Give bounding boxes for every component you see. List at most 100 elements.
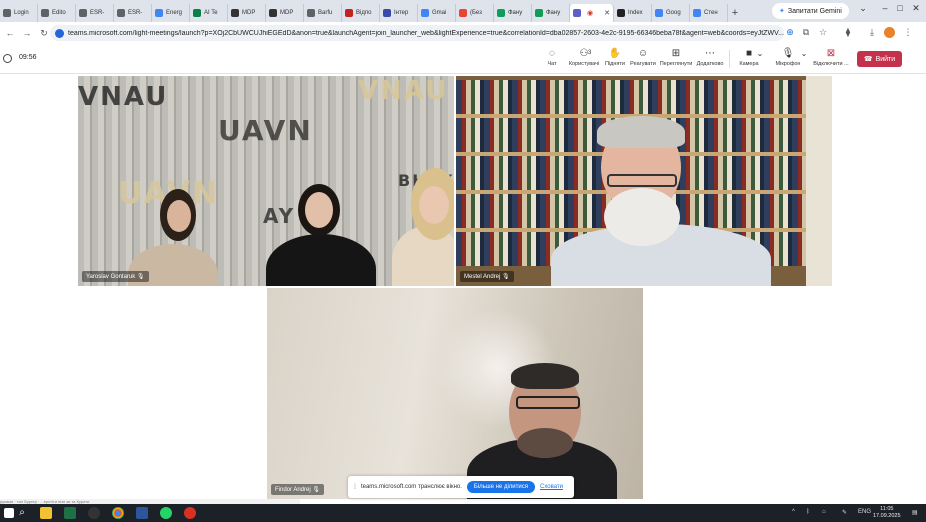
- reload-icon[interactable]: ↻: [37, 28, 51, 39]
- stop-sharing-button[interactable]: Більше не ділитися: [466, 481, 535, 493]
- browser-tab[interactable]: ◉ ✕: [570, 4, 614, 22]
- raise-label: Підняти: [605, 61, 625, 67]
- file-explorer-icon[interactable]: [40, 507, 52, 519]
- participant-beard: [604, 188, 680, 246]
- browser-tab[interactable]: MDP: [228, 4, 266, 22]
- bluetooth-icon[interactable]: ᛒ: [806, 509, 810, 515]
- browser-tab[interactable]: ESR-: [76, 4, 114, 22]
- notification-icon[interactable]: ▤: [912, 509, 918, 516]
- gemini-icon: ✦: [779, 8, 785, 15]
- network-icon[interactable]: ⌂: [822, 509, 826, 515]
- glasses: [607, 174, 677, 187]
- microphone-icon: 🎙: [781, 48, 795, 59]
- excel-icon[interactable]: [64, 507, 76, 519]
- browser-tab[interactable]: Gmai: [418, 4, 456, 22]
- camera-icon: ■: [745, 48, 753, 59]
- video-tile[interactable]: Mestel Andrej 🎙: [456, 76, 832, 286]
- tab-label: Інтер: [394, 10, 409, 16]
- drive-icon: [535, 9, 543, 17]
- media-icon[interactable]: [88, 507, 100, 519]
- browser-tab[interactable]: Фану: [532, 4, 570, 22]
- teams-icon: [573, 9, 581, 17]
- minimize-button[interactable]: –: [878, 3, 892, 13]
- install-icon[interactable]: ⧉: [800, 27, 812, 38]
- tab-label: ESR-: [128, 10, 143, 16]
- browser-tab[interactable]: Index: [614, 4, 652, 22]
- up-arrow-icon[interactable]: ^: [792, 509, 795, 515]
- app-icon[interactable]: [184, 507, 196, 519]
- video-tile[interactable]: VNAU UAVN VNAU BHAY UAVN AY Yaroslav Gon…: [78, 76, 454, 286]
- chat-button[interactable]: ◌ Чат: [534, 47, 570, 67]
- clock-time: 11:05: [880, 506, 894, 512]
- browser-tab[interactable]: Energ: [152, 4, 190, 22]
- menu-dots-icon[interactable]: ⋮: [902, 27, 914, 38]
- chat-label: Чат: [547, 61, 557, 67]
- back-arrow-icon[interactable]: ←: [3, 28, 17, 38]
- more-button[interactable]: ⋯ Додатково: [692, 47, 728, 67]
- camera-options-chevron[interactable]: ⌄: [754, 47, 766, 60]
- tab-label: Energ: [166, 10, 183, 16]
- chrome-icon[interactable]: [112, 507, 124, 519]
- download-icon[interactable]: ⤓: [866, 27, 878, 38]
- maximize-button[interactable]: □: [893, 3, 907, 13]
- search-icon[interactable]: ⌕: [16, 507, 28, 519]
- browser-tab[interactable]: AI Te: [190, 4, 228, 22]
- close-tab-icon[interactable]: ✕: [604, 9, 610, 17]
- stop-share-button[interactable]: ⊠ Відключити ...: [813, 47, 849, 67]
- mic-options-chevron[interactable]: ⌄: [798, 47, 810, 60]
- browser-tab[interactable]: Edito: [38, 4, 76, 22]
- tab-label: Gmai: [432, 10, 447, 16]
- tab-label: MDP: [280, 10, 294, 16]
- wall: [806, 76, 832, 286]
- google-icon: [155, 9, 163, 17]
- browser-tab[interactable]: (Без: [456, 4, 494, 22]
- drag-handle-icon[interactable]: ⁞: [354, 484, 356, 491]
- video-tile[interactable]: Findor Andrej 🎙: [267, 288, 643, 499]
- chevron-down-icon[interactable]: ⌄: [856, 3, 870, 14]
- new-tab-button[interactable]: +: [728, 4, 742, 22]
- tab-label: ESR-: [90, 10, 105, 16]
- hide-share-bar-link[interactable]: Сховати: [540, 484, 563, 490]
- recording-dot-icon: ◉: [587, 10, 594, 17]
- wall-logo-text: AY: [263, 204, 296, 228]
- people-label: Користувачі: [568, 61, 600, 67]
- whatsapp-icon[interactable]: [160, 507, 172, 519]
- bookmark-star-icon[interactable]: ☆: [817, 27, 829, 38]
- browser-tab[interactable]: Фану: [494, 4, 532, 22]
- participant-hair: [511, 363, 579, 389]
- page-icon: [3, 9, 11, 17]
- leave-button[interactable]: ☎ Вийти: [857, 51, 902, 67]
- wall-logo-text: VNAU: [358, 76, 449, 106]
- wall-logo-text: UAVN: [218, 114, 313, 147]
- browser-tab[interactable]: Goog: [652, 4, 690, 22]
- ai-icon: [193, 9, 201, 17]
- site-info-icon[interactable]: [55, 28, 64, 38]
- language-indicator[interactable]: ENG: [858, 509, 871, 515]
- browser-tab[interactable]: Barfu: [304, 4, 342, 22]
- people-count: 3: [588, 50, 592, 56]
- browser-tab[interactable]: ESR-: [114, 4, 152, 22]
- profile-avatar[interactable]: [884, 27, 895, 38]
- word-icon[interactable]: [136, 507, 148, 519]
- start-icon[interactable]: [4, 508, 14, 518]
- extensions-icon[interactable]: ⧫: [842, 27, 854, 38]
- system-clock[interactable]: 11:05 17.09.2025: [873, 506, 901, 520]
- tab-label: Barfu: [318, 10, 333, 16]
- forward-arrow-icon[interactable]: →: [20, 28, 34, 38]
- view-button[interactable]: ⊞ Переглянути: [658, 47, 694, 67]
- mic-label: Мікрофон: [775, 61, 801, 67]
- browser-tab[interactable]: Стен: [690, 4, 728, 22]
- browser-tab[interactable]: MDP: [266, 4, 304, 22]
- edit-icon[interactable]: ✎: [842, 509, 847, 516]
- react-button[interactable]: ☺ Реагувати: [625, 47, 661, 67]
- url-field[interactable]: teams.microsoft.com/light-meetings/launc…: [50, 25, 784, 41]
- browser-tab[interactable]: Інтер: [380, 4, 418, 22]
- participant-hair: [597, 116, 685, 148]
- tab-label: Фану: [508, 10, 523, 16]
- browser-tab[interactable]: Login: [0, 4, 38, 22]
- translate-icon[interactable]: ⊕: [784, 27, 796, 38]
- close-window-button[interactable]: ✕: [909, 3, 923, 14]
- browser-tab[interactable]: Відпо: [342, 4, 380, 22]
- participant-face: [419, 186, 449, 224]
- ask-gemini-button[interactable]: ✦ Запитати Gemini: [772, 3, 849, 19]
